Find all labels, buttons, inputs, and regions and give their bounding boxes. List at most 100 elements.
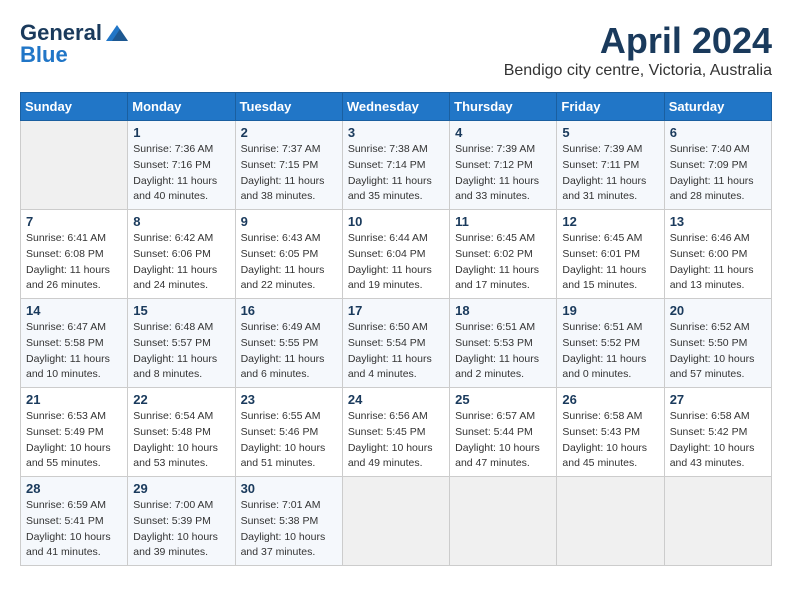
calendar-cell: 8Sunrise: 6:42 AM Sunset: 6:06 PM Daylig… [128,210,235,299]
day-number: 23 [241,392,337,407]
logo-subtext: Blue [20,42,68,68]
calendar-cell: 27 Sunrise: 6:58 AM Sunset: 5:42 PM Dayli… [664,388,771,477]
day-number: 28 [26,481,122,496]
day-number: 14 [26,303,122,318]
calendar-header-saturday: Saturday [664,93,771,121]
calendar-cell [21,121,128,210]
day-info: Sunrise: 6:58 AM Sunset: 5:43 PM Dayligh… [562,409,658,472]
calendar-header-friday: Friday [557,93,664,121]
day-number: 29 [133,481,229,496]
day-number: 17 [348,303,444,318]
calendar-header-wednesday: Wednesday [342,93,449,121]
day-number: 6 [670,125,766,140]
day-info: Sunrise: 6:52 AM Sunset: 5:50 PM Dayligh… [670,320,766,383]
day-info: Sunrise: 6:56 AM Sunset: 5:45 PM Dayligh… [348,409,444,472]
calendar-cell: 7 Sunrise: 6:41 AM Sunset: 6:08 PM Daylig… [21,210,128,299]
calendar-cell: 10 Sunrise: 6:44 AM Sunset: 6:04 PM Dayli… [342,210,449,299]
day-info: Sunrise: 6:53 AM Sunset: 5:49 PM Dayligh… [26,409,122,472]
day-info: Sunrise: 6:54 AM Sunset: 5:48 PM Dayligh… [133,409,229,472]
day-number: 7 [26,214,122,229]
day-info: Sunrise: 6:46 AM Sunset: 6:00 PM Dayligh… [670,231,766,294]
calendar-cell: 2 Sunrise: 7:37 AM Sunset: 7:15 PM Daylig… [235,121,342,210]
calendar-cell: 17 Sunrise: 6:50 AM Sunset: 5:54 PM Dayli… [342,299,449,388]
calendar-cell: 4 Sunrise: 7:39 AM Sunset: 7:12 PM Daylig… [450,121,557,210]
day-info: Sunrise: 7:40 AM Sunset: 7:09 PM Dayligh… [670,142,766,205]
day-info: Sunrise: 6:51 AM Sunset: 5:52 PM Dayligh… [562,320,658,383]
calendar-cell [342,477,449,566]
calendar-cell: 30 Sunrise: 7:01 AM Sunset: 5:38 PM Dayli… [235,477,342,566]
calendar-week-5: 28 Sunrise: 6:59 AM Sunset: 5:41 PM Dayli… [21,477,772,566]
day-number: 4 [455,125,551,140]
calendar-cell: 20 Sunrise: 6:52 AM Sunset: 5:50 PM Dayli… [664,299,771,388]
calendar-header-sunday: Sunday [21,93,128,121]
day-number: 1 [133,125,229,140]
day-info: Sunrise: 7:37 AM Sunset: 7:15 PM Dayligh… [241,142,337,205]
calendar-cell: 13 Sunrise: 6:46 AM Sunset: 6:00 PM Dayli… [664,210,771,299]
calendar-cell: 21 Sunrise: 6:53 AM Sunset: 5:49 PM Dayli… [21,388,128,477]
calendar-header-tuesday: Tuesday [235,93,342,121]
calendar-table: SundayMondayTuesdayWednesdayThursdayFrid… [20,92,772,566]
calendar-cell: 25 Sunrise: 6:57 AM Sunset: 5:44 PM Dayli… [450,388,557,477]
day-info: Sunrise: 6:42 AM Sunset: 6:06 PM Dayligh… [133,231,229,294]
day-number: 10 [348,214,444,229]
calendar-cell: 9 Sunrise: 6:43 AM Sunset: 6:05 PM Daylig… [235,210,342,299]
calendar-header-monday: Monday [128,93,235,121]
day-info: Sunrise: 6:44 AM Sunset: 6:04 PM Dayligh… [348,231,444,294]
day-info: Sunrise: 6:51 AM Sunset: 5:53 PM Dayligh… [455,320,551,383]
day-info: Sunrise: 7:01 AM Sunset: 5:38 PM Dayligh… [241,498,337,561]
day-number: 30 [241,481,337,496]
calendar-cell: 14 Sunrise: 6:47 AM Sunset: 5:58 PM Dayli… [21,299,128,388]
day-info: Sunrise: 6:57 AM Sunset: 5:44 PM Dayligh… [455,409,551,472]
day-number: 12 [562,214,658,229]
calendar-cell: 15Sunrise: 6:48 AM Sunset: 5:57 PM Dayli… [128,299,235,388]
title-area: April 2024 Bendigo city centre, Victoria… [504,20,772,80]
day-info: Sunrise: 6:45 AM Sunset: 6:02 PM Dayligh… [455,231,551,294]
day-info: Sunrise: 6:59 AM Sunset: 5:41 PM Dayligh… [26,498,122,561]
calendar-cell: 24Sunrise: 6:56 AM Sunset: 5:45 PM Dayli… [342,388,449,477]
day-info: Sunrise: 6:58 AM Sunset: 5:42 PM Dayligh… [670,409,766,472]
header: General Blue April 2024 Bendigo city cen… [20,20,772,80]
day-info: Sunrise: 6:50 AM Sunset: 5:54 PM Dayligh… [348,320,444,383]
day-info: Sunrise: 6:49 AM Sunset: 5:55 PM Dayligh… [241,320,337,383]
day-info: Sunrise: 7:36 AM Sunset: 7:16 PM Dayligh… [133,142,229,205]
day-number: 5 [562,125,658,140]
day-info: Sunrise: 6:41 AM Sunset: 6:08 PM Dayligh… [26,231,122,294]
day-number: 11 [455,214,551,229]
day-number: 15 [133,303,229,318]
day-number: 13 [670,214,766,229]
calendar-cell: 29 Sunrise: 7:00 AM Sunset: 5:39 PM Dayli… [128,477,235,566]
calendar-header-thursday: Thursday [450,93,557,121]
calendar-week-1: 1 Sunrise: 7:36 AM Sunset: 7:16 PM Daylig… [21,121,772,210]
day-info: Sunrise: 7:00 AM Sunset: 5:39 PM Dayligh… [133,498,229,561]
day-info: Sunrise: 7:38 AM Sunset: 7:14 PM Dayligh… [348,142,444,205]
day-info: Sunrise: 6:43 AM Sunset: 6:05 PM Dayligh… [241,231,337,294]
month-title: April 2024 [504,20,772,62]
day-number: 22 [133,392,229,407]
day-info: Sunrise: 6:47 AM Sunset: 5:58 PM Dayligh… [26,320,122,383]
calendar-cell: 5Sunrise: 7:39 AM Sunset: 7:11 PM Daylig… [557,121,664,210]
calendar-week-3: 14 Sunrise: 6:47 AM Sunset: 5:58 PM Dayli… [21,299,772,388]
day-number: 21 [26,392,122,407]
day-number: 9 [241,214,337,229]
calendar-cell: 19 Sunrise: 6:51 AM Sunset: 5:52 PM Dayli… [557,299,664,388]
calendar-cell: 16Sunrise: 6:49 AM Sunset: 5:55 PM Dayli… [235,299,342,388]
day-number: 27 [670,392,766,407]
day-number: 18 [455,303,551,318]
day-number: 3 [348,125,444,140]
day-number: 20 [670,303,766,318]
day-number: 19 [562,303,658,318]
calendar-cell [450,477,557,566]
logo-icon [106,25,128,41]
day-info: Sunrise: 6:55 AM Sunset: 5:46 PM Dayligh… [241,409,337,472]
calendar-header-row: SundayMondayTuesdayWednesdayThursdayFrid… [21,93,772,121]
calendar-cell: 26Sunrise: 6:58 AM Sunset: 5:43 PM Dayli… [557,388,664,477]
calendar-cell: 28 Sunrise: 6:59 AM Sunset: 5:41 PM Dayli… [21,477,128,566]
day-number: 25 [455,392,551,407]
calendar-week-4: 21 Sunrise: 6:53 AM Sunset: 5:49 PM Dayli… [21,388,772,477]
calendar-cell: 11 Sunrise: 6:45 AM Sunset: 6:02 PM Dayli… [450,210,557,299]
day-info: Sunrise: 7:39 AM Sunset: 7:12 PM Dayligh… [455,142,551,205]
location-title: Bendigo city centre, Victoria, Australia [504,62,772,80]
calendar-cell: 18 Sunrise: 6:51 AM Sunset: 5:53 PM Dayli… [450,299,557,388]
calendar-cell: 3 Sunrise: 7:38 AM Sunset: 7:14 PM Daylig… [342,121,449,210]
day-number: 2 [241,125,337,140]
